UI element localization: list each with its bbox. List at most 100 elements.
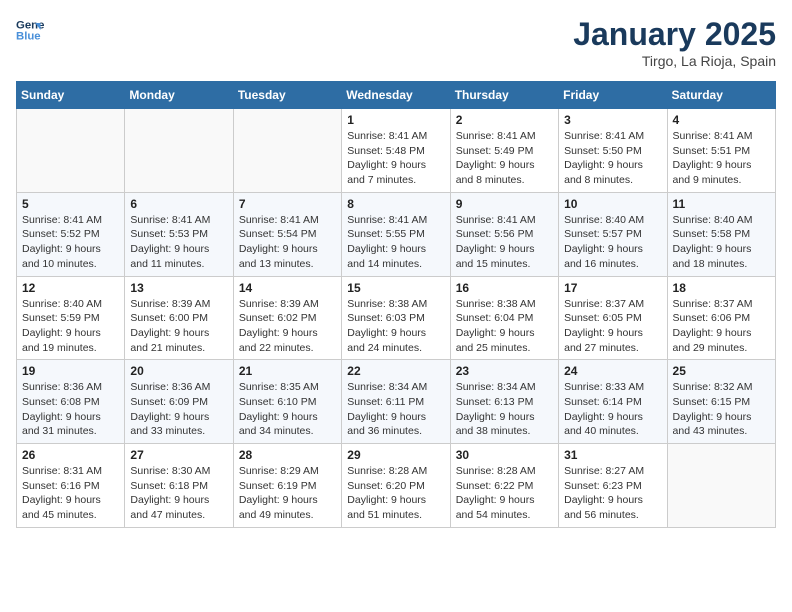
day-info: Sunrise: 8:34 AMSunset: 6:13 PMDaylight:… bbox=[456, 380, 553, 439]
calendar-cell: 1 Sunrise: 8:41 AMSunset: 5:48 PMDaylight… bbox=[342, 109, 450, 193]
day-number: 13 bbox=[130, 281, 227, 295]
calendar-cell: 4Sunrise: 8:41 AMSunset: 5:51 PMDaylight… bbox=[667, 109, 775, 193]
day-info: Sunrise: 8:38 AMSunset: 6:04 PMDaylight:… bbox=[456, 297, 553, 356]
calendar-cell: 8 Sunrise: 8:41 AMSunset: 5:55 PMDaylight… bbox=[342, 192, 450, 276]
calendar-cell: 26Sunrise: 8:31 AMSunset: 6:16 PMDayligh… bbox=[17, 444, 125, 528]
week-row-2: 5 Sunrise: 8:41 AMSunset: 5:52 PMDaylight… bbox=[17, 192, 776, 276]
day-number: 16 bbox=[456, 281, 553, 295]
day-number: 21 bbox=[239, 364, 336, 378]
day-info: Sunrise: 8:27 AMSunset: 6:23 PMDaylight:… bbox=[564, 464, 661, 523]
day-number: 3 bbox=[564, 113, 661, 127]
calendar-cell: 19Sunrise: 8:36 AMSunset: 6:08 PMDayligh… bbox=[17, 360, 125, 444]
day-info: Sunrise: 8:41 AMSunset: 5:54 PMDaylight:… bbox=[239, 213, 336, 272]
calendar-table: SundayMondayTuesdayWednesdayThursdayFrid… bbox=[16, 81, 776, 528]
calendar-cell: 29 Sunrise: 8:28 AMSunset: 6:20 PMDayligh… bbox=[342, 444, 450, 528]
day-number: 11 bbox=[673, 197, 770, 211]
day-info: Sunrise: 8:29 AMSunset: 6:19 PMDaylight:… bbox=[239, 464, 336, 523]
day-number: 31 bbox=[564, 448, 661, 462]
location-subtitle: Tirgo, La Rioja, Spain bbox=[573, 53, 776, 69]
day-info: Sunrise: 8:40 AMSunset: 5:58 PMDaylight:… bbox=[673, 213, 770, 272]
day-info: Sunrise: 8:28 AMSunset: 6:20 PMDaylight:… bbox=[347, 464, 444, 523]
day-number: 17 bbox=[564, 281, 661, 295]
day-number: 25 bbox=[673, 364, 770, 378]
title-block: January 2025 Tirgo, La Rioja, Spain bbox=[573, 16, 776, 69]
calendar-cell: 2Sunrise: 8:41 AMSunset: 5:49 PMDaylight… bbox=[450, 109, 558, 193]
day-number: 14 bbox=[239, 281, 336, 295]
calendar-cell: 24 Sunrise: 8:33 AMSunset: 6:14 PMDayligh… bbox=[559, 360, 667, 444]
month-title: January 2025 bbox=[573, 16, 776, 53]
day-info: Sunrise: 8:34 AMSunset: 6:11 PMDaylight:… bbox=[347, 380, 444, 439]
weekday-header-tuesday: Tuesday bbox=[233, 82, 341, 109]
day-info: Sunrise: 8:41 AMSunset: 5:48 PMDaylight:… bbox=[347, 129, 444, 188]
day-number: 24 bbox=[564, 364, 661, 378]
calendar-cell bbox=[125, 109, 233, 193]
day-number: 10 bbox=[564, 197, 661, 211]
calendar-cell: 12 Sunrise: 8:40 AMSunset: 5:59 PMDayligh… bbox=[17, 276, 125, 360]
weekday-header-friday: Friday bbox=[559, 82, 667, 109]
day-number: 9 bbox=[456, 197, 553, 211]
day-info: Sunrise: 8:35 AMSunset: 6:10 PMDaylight:… bbox=[239, 380, 336, 439]
day-info: Sunrise: 8:41 AMSunset: 5:56 PMDaylight:… bbox=[456, 213, 553, 272]
day-number: 5 bbox=[22, 197, 119, 211]
calendar-cell: 30Sunrise: 8:28 AMSunset: 6:22 PMDayligh… bbox=[450, 444, 558, 528]
calendar-cell: 14Sunrise: 8:39 AMSunset: 6:02 PMDayligh… bbox=[233, 276, 341, 360]
day-info: Sunrise: 8:41 AMSunset: 5:49 PMDaylight:… bbox=[456, 129, 553, 188]
calendar-cell: 6 Sunrise: 8:41 AMSunset: 5:53 PMDaylight… bbox=[125, 192, 233, 276]
weekday-header-saturday: Saturday bbox=[667, 82, 775, 109]
calendar-cell: 27 Sunrise: 8:30 AMSunset: 6:18 PMDayligh… bbox=[125, 444, 233, 528]
calendar-cell bbox=[17, 109, 125, 193]
week-row-4: 19Sunrise: 8:36 AMSunset: 6:08 PMDayligh… bbox=[17, 360, 776, 444]
day-info: Sunrise: 8:41 AMSunset: 5:52 PMDaylight:… bbox=[22, 213, 119, 272]
day-info: Sunrise: 8:41 AMSunset: 5:50 PMDaylight:… bbox=[564, 129, 661, 188]
day-number: 22 bbox=[347, 364, 444, 378]
calendar-cell: 15Sunrise: 8:38 AMSunset: 6:03 PMDayligh… bbox=[342, 276, 450, 360]
calendar-cell: 10 Sunrise: 8:40 AMSunset: 5:57 PMDayligh… bbox=[559, 192, 667, 276]
logo: General Blue bbox=[16, 16, 44, 44]
day-number: 7 bbox=[239, 197, 336, 211]
weekday-header-row: SundayMondayTuesdayWednesdayThursdayFrid… bbox=[17, 82, 776, 109]
calendar-cell: 22 Sunrise: 8:34 AMSunset: 6:11 PMDayligh… bbox=[342, 360, 450, 444]
logo-icon: General Blue bbox=[16, 16, 44, 44]
day-info: Sunrise: 8:31 AMSunset: 6:16 PMDaylight:… bbox=[22, 464, 119, 523]
day-number: 20 bbox=[130, 364, 227, 378]
day-info: Sunrise: 8:41 AMSunset: 5:55 PMDaylight:… bbox=[347, 213, 444, 272]
day-number: 12 bbox=[22, 281, 119, 295]
day-number: 30 bbox=[456, 448, 553, 462]
page-header: General Blue January 2025 Tirgo, La Rioj… bbox=[16, 16, 776, 69]
day-number: 29 bbox=[347, 448, 444, 462]
day-info: Sunrise: 8:38 AMSunset: 6:03 PMDaylight:… bbox=[347, 297, 444, 356]
day-number: 8 bbox=[347, 197, 444, 211]
day-number: 23 bbox=[456, 364, 553, 378]
day-number: 18 bbox=[673, 281, 770, 295]
day-info: Sunrise: 8:40 AMSunset: 5:57 PMDaylight:… bbox=[564, 213, 661, 272]
day-number: 1 bbox=[347, 113, 444, 127]
day-number: 27 bbox=[130, 448, 227, 462]
calendar-cell: 13 Sunrise: 8:39 AMSunset: 6:00 PMDayligh… bbox=[125, 276, 233, 360]
weekday-header-monday: Monday bbox=[125, 82, 233, 109]
calendar-cell: 7 Sunrise: 8:41 AMSunset: 5:54 PMDaylight… bbox=[233, 192, 341, 276]
svg-text:Blue: Blue bbox=[16, 31, 41, 43]
calendar-cell: 23 Sunrise: 8:34 AMSunset: 6:13 PMDayligh… bbox=[450, 360, 558, 444]
day-info: Sunrise: 8:32 AMSunset: 6:15 PMDaylight:… bbox=[673, 380, 770, 439]
day-number: 4 bbox=[673, 113, 770, 127]
day-info: Sunrise: 8:39 AMSunset: 6:00 PMDaylight:… bbox=[130, 297, 227, 356]
calendar-cell: 20 Sunrise: 8:36 AMSunset: 6:09 PMDayligh… bbox=[125, 360, 233, 444]
calendar-cell: 31 Sunrise: 8:27 AMSunset: 6:23 PMDayligh… bbox=[559, 444, 667, 528]
weekday-header-sunday: Sunday bbox=[17, 82, 125, 109]
day-info: Sunrise: 8:36 AMSunset: 6:08 PMDaylight:… bbox=[22, 380, 119, 439]
day-info: Sunrise: 8:33 AMSunset: 6:14 PMDaylight:… bbox=[564, 380, 661, 439]
calendar-cell: 25 Sunrise: 8:32 AMSunset: 6:15 PMDayligh… bbox=[667, 360, 775, 444]
weekday-header-thursday: Thursday bbox=[450, 82, 558, 109]
day-info: Sunrise: 8:41 AMSunset: 5:53 PMDaylight:… bbox=[130, 213, 227, 272]
day-info: Sunrise: 8:36 AMSunset: 6:09 PMDaylight:… bbox=[130, 380, 227, 439]
calendar-cell: 11 Sunrise: 8:40 AMSunset: 5:58 PMDayligh… bbox=[667, 192, 775, 276]
calendar-cell: 9 Sunrise: 8:41 AMSunset: 5:56 PMDaylight… bbox=[450, 192, 558, 276]
day-number: 6 bbox=[130, 197, 227, 211]
day-info: Sunrise: 8:30 AMSunset: 6:18 PMDaylight:… bbox=[130, 464, 227, 523]
weekday-header-wednesday: Wednesday bbox=[342, 82, 450, 109]
calendar-cell: 17Sunrise: 8:37 AMSunset: 6:05 PMDayligh… bbox=[559, 276, 667, 360]
day-info: Sunrise: 8:37 AMSunset: 6:06 PMDaylight:… bbox=[673, 297, 770, 356]
day-info: Sunrise: 8:40 AMSunset: 5:59 PMDaylight:… bbox=[22, 297, 119, 356]
calendar-cell: 5 Sunrise: 8:41 AMSunset: 5:52 PMDaylight… bbox=[17, 192, 125, 276]
calendar-cell: 18 Sunrise: 8:37 AMSunset: 6:06 PMDayligh… bbox=[667, 276, 775, 360]
